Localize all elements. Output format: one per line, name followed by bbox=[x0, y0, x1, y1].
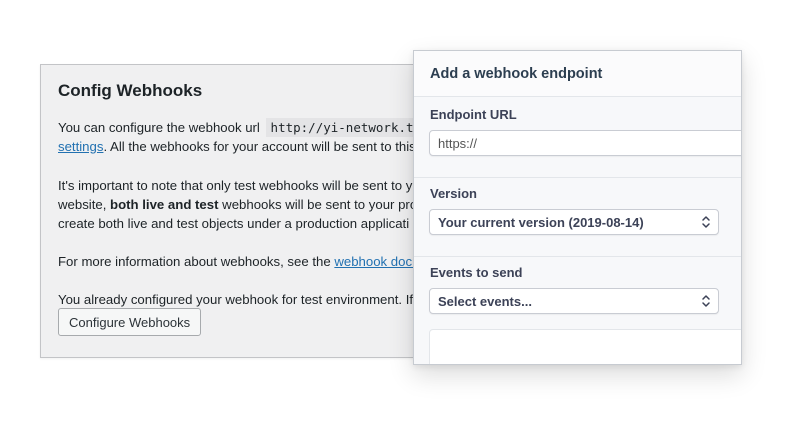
endpoint-url-input[interactable]: https:// bbox=[429, 130, 741, 156]
status-text: You already configured your webhook for … bbox=[58, 292, 414, 307]
endpoint-url-label: Endpoint URL bbox=[430, 107, 517, 122]
selected-events-box bbox=[429, 329, 741, 364]
note-line-1: It's important to note that only test we… bbox=[58, 178, 413, 193]
version-select-value: Your current version (2019-08-14) bbox=[438, 214, 644, 230]
note-paragraph: It's important to note that only test we… bbox=[58, 176, 424, 233]
events-label: Events to send bbox=[430, 265, 523, 280]
status-paragraph: You already configured your webhook for … bbox=[58, 290, 413, 309]
configure-webhooks-button[interactable]: Configure Webhooks bbox=[58, 308, 202, 336]
webhook-url-code: http://yi-network.tes bbox=[265, 118, 434, 137]
version-select[interactable]: Your current version (2019-08-14) bbox=[429, 209, 719, 235]
settings-link[interactable]: settings bbox=[58, 139, 103, 154]
note-line-2-pre: website, bbox=[58, 197, 111, 212]
version-label: Version bbox=[430, 186, 477, 201]
chevron-up-down-icon bbox=[702, 216, 710, 228]
webhook-docs-link[interactable]: webhook docu bbox=[334, 254, 419, 269]
events-select[interactable]: Select events... bbox=[429, 288, 719, 314]
intro-paragraph: You can configure the webhook url http:/… bbox=[58, 118, 434, 156]
docs-paragraph: For more information about webhooks, see… bbox=[58, 252, 419, 271]
modal-title: Add a webhook endpoint bbox=[414, 51, 741, 97]
endpoint-section: Endpoint URL https:// bbox=[414, 97, 741, 178]
docs-text: For more information about webhooks, see… bbox=[58, 254, 335, 269]
add-webhook-modal: Add a webhook endpoint Endpoint URL http… bbox=[413, 50, 742, 365]
intro-text-2: . All the webhooks for your account will… bbox=[103, 139, 416, 154]
note-line-2-post: webhooks will be sent to your prod bbox=[218, 197, 425, 212]
note-line-3: create both live and test objects under … bbox=[58, 216, 410, 231]
events-section: Events to send Select events... bbox=[414, 256, 741, 364]
intro-text: You can configure the webhook url bbox=[58, 120, 260, 135]
events-select-placeholder: Select events... bbox=[438, 293, 532, 309]
version-section: Version Your current version (2019-08-14… bbox=[414, 177, 741, 257]
note-line-2-bold: both live and test bbox=[110, 197, 219, 212]
chevron-up-down-icon bbox=[702, 295, 710, 307]
